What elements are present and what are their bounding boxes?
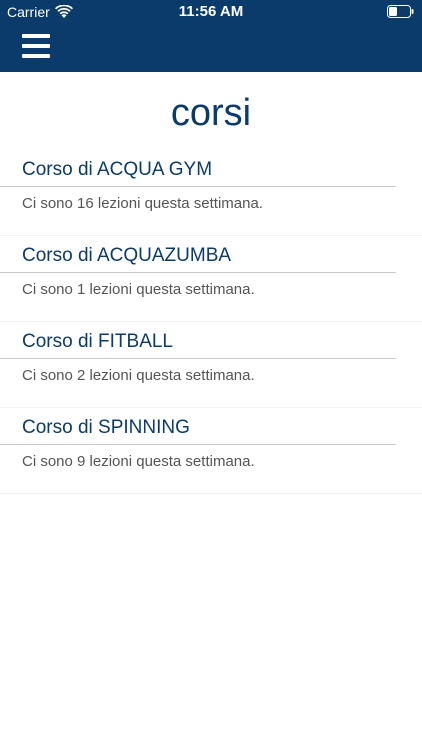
divider <box>0 272 396 273</box>
course-name: Corso di SPINNING <box>22 417 190 438</box>
battery-icon <box>387 5 414 18</box>
menu-bar-middle <box>22 44 50 48</box>
course-lessons-info: Ci sono 9 lezioni questa settimana. <box>22 453 255 470</box>
course-item-fitball[interactable]: Corso di FITBALL Ci sono 2 lezioni quest… <box>0 322 422 408</box>
app-screen: Carrier 11:56 AM corsi Corso di ACQUA GY… <box>0 0 422 750</box>
course-item-spinning[interactable]: Corso di SPINNING Ci sono 9 lezioni ques… <box>0 408 422 494</box>
course-name: Corso di ACQUA GYM <box>22 159 213 180</box>
divider <box>0 358 396 359</box>
course-item-acqua-gym[interactable]: Corso di ACQUA GYM Ci sono 16 lezioni qu… <box>0 150 422 236</box>
divider <box>0 186 396 187</box>
menu-bar-top <box>22 34 50 38</box>
course-item-acquazumba[interactable]: Corso di ACQUAZUMBA Ci sono 1 lezioni qu… <box>0 236 422 322</box>
course-lessons-info: Ci sono 1 lezioni questa settimana. <box>22 281 255 298</box>
divider <box>0 444 396 445</box>
nav-header: Carrier 11:56 AM <box>0 0 422 72</box>
page-title: corsi <box>170 92 252 134</box>
course-name: Corso di FITBALL <box>22 331 173 352</box>
menu-bar-bottom <box>22 54 50 58</box>
course-name: Corso di ACQUAZUMBA <box>22 245 232 266</box>
course-lessons-info: Ci sono 16 lezioni questa settimana. <box>22 195 263 212</box>
status-bar: Carrier 11:56 AM <box>0 0 422 24</box>
hamburger-menu-icon[interactable] <box>22 34 50 58</box>
course-list: Corso di ACQUA GYM Ci sono 16 lezioni qu… <box>0 150 422 494</box>
course-lessons-info: Ci sono 2 lezioni questa settimana. <box>22 367 255 384</box>
clock: 11:56 AM <box>178 3 244 20</box>
